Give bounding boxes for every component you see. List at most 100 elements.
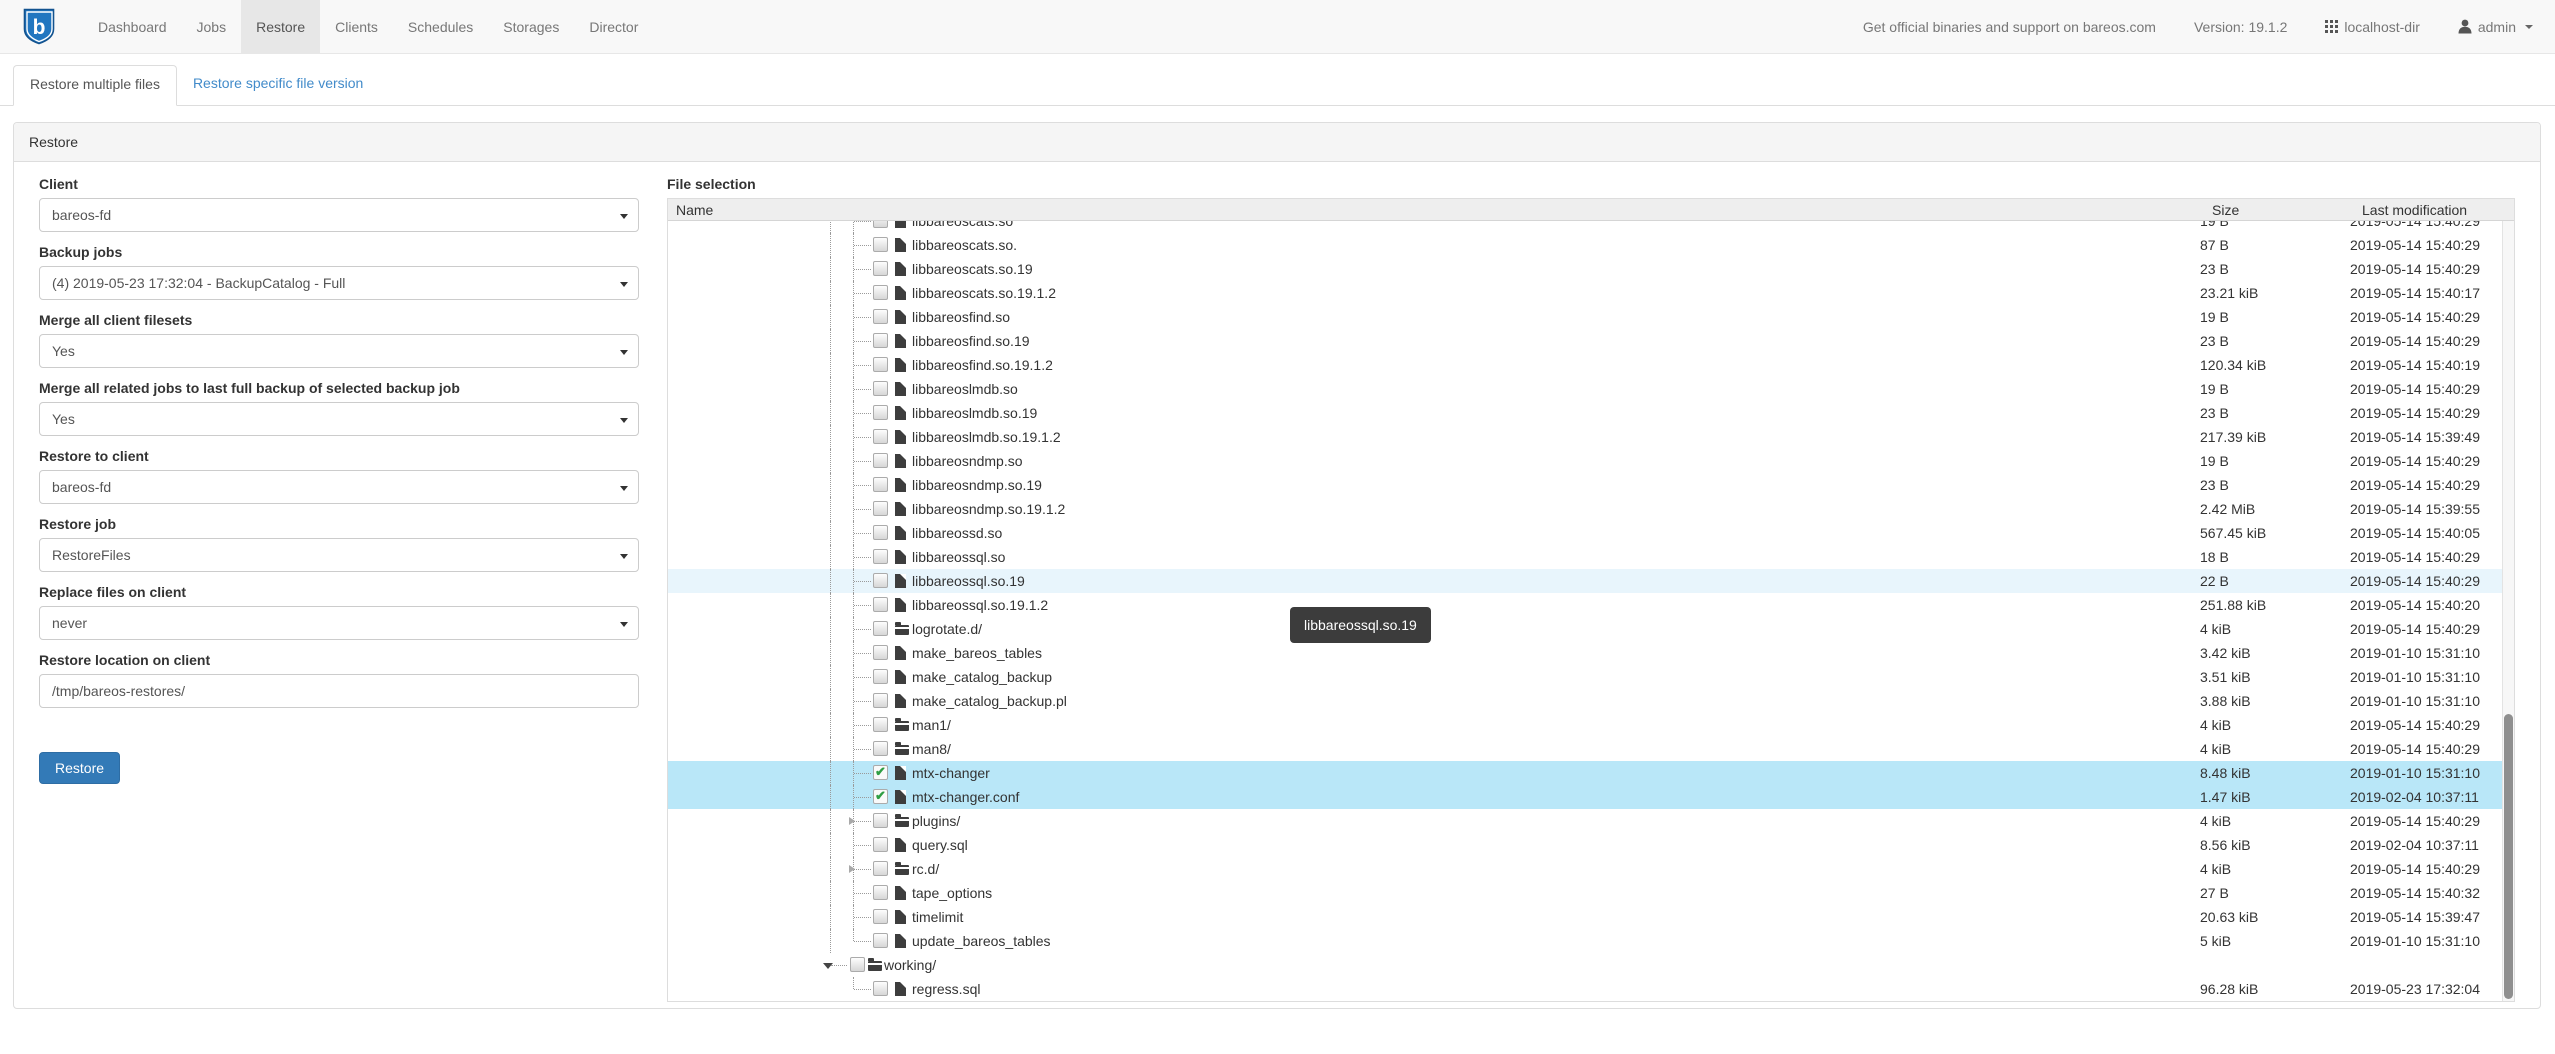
- tree-checkbox[interactable]: [873, 933, 888, 948]
- tree-row-make-catalog-backup[interactable]: make_catalog_backup3.51 kiB2019-01-10 15…: [668, 665, 2502, 689]
- tree-checkbox[interactable]: [873, 885, 888, 900]
- tree-line: [830, 713, 831, 737]
- expander-open-icon[interactable]: [823, 963, 833, 969]
- tree-line: [854, 485, 871, 486]
- tree-checkbox[interactable]: [873, 909, 888, 924]
- tree-row-libbareossql-so-19-1-2[interactable]: libbareossql.so.19.1.2251.88 kiB2019-05-…: [668, 593, 2502, 617]
- tree-checkbox[interactable]: [873, 765, 888, 780]
- tree-line: [831, 965, 847, 966]
- tree-row-mtx-changer-conf[interactable]: mtx-changer.conf1.47 kiB2019-02-04 10:37…: [668, 785, 2502, 809]
- tree-checkbox[interactable]: [850, 957, 865, 972]
- tree-row-libbareossd-so[interactable]: libbareossd.so567.45 kiB2019-05-14 15:40…: [668, 521, 2502, 545]
- bareos-logo[interactable]: b: [0, 0, 83, 53]
- tree-row-libbareossql-so-19[interactable]: libbareossql.so.1922 B2019-05-14 15:40:2…: [668, 569, 2502, 593]
- tree-checkbox[interactable]: [873, 693, 888, 708]
- tree-row-plugins[interactable]: plugins/4 kiB2019-05-14 15:40:29: [668, 809, 2502, 833]
- tree-checkbox[interactable]: [873, 221, 888, 228]
- tree-checkbox[interactable]: [873, 381, 888, 396]
- tree-checkbox[interactable]: [873, 861, 888, 876]
- tree-checkbox[interactable]: [873, 597, 888, 612]
- nav-item-schedules[interactable]: Schedules: [393, 0, 488, 53]
- tree-checkbox[interactable]: [873, 837, 888, 852]
- restore-job-select[interactable]: RestoreFiles: [39, 538, 639, 572]
- tree-row-libbareosfind-so-19-1-2[interactable]: libbareosfind.so.19.1.2120.34 kiB2019-05…: [668, 353, 2502, 377]
- tree-row-man8[interactable]: man8/4 kiB2019-05-14 15:40:29: [668, 737, 2502, 761]
- nav-item-clients[interactable]: Clients: [320, 0, 393, 53]
- tree-row-libbareosndmp-so-19-1-2[interactable]: libbareosndmp.so.19.1.22.42 MiB2019-05-1…: [668, 497, 2502, 521]
- tree-checkbox[interactable]: [873, 429, 888, 444]
- tree-line: [854, 653, 871, 654]
- tree-checkbox[interactable]: [873, 789, 888, 804]
- tree-row-rc-d[interactable]: rc.d/4 kiB2019-05-14 15:40:29: [668, 857, 2502, 881]
- merge-related-jobs-select[interactable]: Yes: [39, 402, 639, 436]
- tree-row-libbareoscats-so[interactable]: libbareoscats.so19 B2019-05-14 15:40:29: [668, 221, 2502, 233]
- backup-jobs-select[interactable]: (4) 2019-05-23 17:32:04 - BackupCatalog …: [39, 266, 639, 300]
- tree-checkbox[interactable]: [873, 573, 888, 588]
- tree-row-man1[interactable]: man1/4 kiB2019-05-14 15:40:29: [668, 713, 2502, 737]
- tree-row-timelimit[interactable]: timelimit20.63 kiB2019-05-14 15:39:47: [668, 905, 2502, 929]
- client-select[interactable]: bareos-fd: [39, 198, 639, 232]
- nav-item-storages[interactable]: Storages: [488, 0, 574, 53]
- support-link[interactable]: Get official binaries and support on bar…: [1863, 19, 2156, 35]
- tree-row-libbareossql-so[interactable]: libbareossql.so18 B2019-05-14 15:40:29: [668, 545, 2502, 569]
- tab-restore-specific-file-version[interactable]: Restore specific file version: [177, 65, 379, 105]
- tree-checkbox[interactable]: [873, 261, 888, 276]
- tree-row-logrotate-d[interactable]: logrotate.d/4 kiB2019-05-14 15:40:29: [668, 617, 2502, 641]
- tree-checkbox[interactable]: [873, 813, 888, 828]
- tree-row-libbareoslmdb-so[interactable]: libbareoslmdb.so19 B2019-05-14 15:40:29: [668, 377, 2502, 401]
- tree-checkbox[interactable]: [873, 717, 888, 732]
- tree-row-libbareosfind-so-19[interactable]: libbareosfind.so.1923 B2019-05-14 15:40:…: [668, 329, 2502, 353]
- scrollbar-thumb[interactable]: [2504, 714, 2513, 999]
- tree-checkbox[interactable]: [873, 405, 888, 420]
- restore-button[interactable]: Restore: [39, 752, 120, 784]
- name-cell: plugins/: [668, 809, 2192, 833]
- tree-checkbox[interactable]: [873, 981, 888, 996]
- tree-checkbox[interactable]: [873, 453, 888, 468]
- restore-location-input[interactable]: [39, 674, 639, 708]
- tree-row-libbareoslmdb-so-19-1-2[interactable]: libbareoslmdb.so.19.1.2217.39 kiB2019-05…: [668, 425, 2502, 449]
- replace-files-select[interactable]: never: [39, 606, 639, 640]
- director-selector[interactable]: localhost-dir: [2325, 19, 2419, 35]
- bareos-shield-icon: b: [23, 8, 55, 45]
- tree-row-regress-sql[interactable]: regress.sql96.28 kiB2019-05-23 17:32:04: [668, 977, 2502, 1001]
- tree-checkbox[interactable]: [873, 621, 888, 636]
- user-menu[interactable]: admin: [2458, 19, 2533, 35]
- tree-row-update-bareos-tables[interactable]: update_bareos_tables5 kiB2019-01-10 15:3…: [668, 929, 2502, 953]
- mtime-cell: 2019-05-14 15:40:29: [2342, 305, 2502, 329]
- tree-row-libbareoslmdb-so-19[interactable]: libbareoslmdb.so.1923 B2019-05-14 15:40:…: [668, 401, 2502, 425]
- tree-row-libbareoscats-so-19-1-2[interactable]: libbareoscats.so.19.1.223.21 kiB2019-05-…: [668, 281, 2502, 305]
- tree-row-libbareosndmp-so-19[interactable]: libbareosndmp.so.1923 B2019-05-14 15:40:…: [668, 473, 2502, 497]
- size-cell: 23 B: [2192, 257, 2342, 281]
- tree-checkbox[interactable]: [873, 669, 888, 684]
- tree-checkbox[interactable]: [873, 357, 888, 372]
- scrollbar-track[interactable]: [2502, 221, 2514, 1001]
- nav-item-restore[interactable]: Restore: [241, 0, 320, 53]
- nav-item-jobs[interactable]: Jobs: [182, 0, 242, 53]
- nav-item-director[interactable]: Director: [574, 0, 653, 53]
- tree-checkbox[interactable]: [873, 741, 888, 756]
- tree-line: [854, 533, 871, 534]
- tab-restore-multiple-files[interactable]: Restore multiple files: [13, 65, 177, 106]
- tree-row-make-bareos-tables[interactable]: make_bareos_tables3.42 kiB2019-01-10 15:…: [668, 641, 2502, 665]
- tree-row-working[interactable]: working/: [668, 953, 2502, 977]
- tree-checkbox[interactable]: [873, 645, 888, 660]
- tree-checkbox[interactable]: [873, 333, 888, 348]
- tree-row-query-sql[interactable]: query.sql8.56 kiB2019-02-04 10:37:11: [668, 833, 2502, 857]
- tree-row-mtx-changer[interactable]: mtx-changer8.48 kiB2019-01-10 15:31:10: [668, 761, 2502, 785]
- tree-row-libbareoscats-so-19[interactable]: libbareoscats.so.1923 B2019-05-14 15:40:…: [668, 257, 2502, 281]
- tree-checkbox[interactable]: [873, 525, 888, 540]
- tree-checkbox[interactable]: [873, 549, 888, 564]
- nav-item-dashboard[interactable]: Dashboard: [83, 0, 182, 53]
- tree-checkbox[interactable]: [873, 477, 888, 492]
- tree-row-tape-options[interactable]: tape_options27 B2019-05-14 15:40:32: [668, 881, 2502, 905]
- tree-row-libbareosfind-so[interactable]: libbareosfind.so19 B2019-05-14 15:40:29: [668, 305, 2502, 329]
- tree-checkbox[interactable]: [873, 285, 888, 300]
- tree-row-make-catalog-backup-pl[interactable]: make_catalog_backup.pl3.88 kiB2019-01-10…: [668, 689, 2502, 713]
- merge-filesets-select[interactable]: Yes: [39, 334, 639, 368]
- tree-checkbox[interactable]: [873, 309, 888, 324]
- restore-to-client-select[interactable]: bareos-fd: [39, 470, 639, 504]
- tree-checkbox[interactable]: [873, 501, 888, 516]
- tree-row-libbareosndmp-so[interactable]: libbareosndmp.so19 B2019-05-14 15:40:29: [668, 449, 2502, 473]
- tree-checkbox[interactable]: [873, 237, 888, 252]
- tree-row-libbareoscats-so[interactable]: libbareoscats.so.87 B2019-05-14 15:40:29: [668, 233, 2502, 257]
